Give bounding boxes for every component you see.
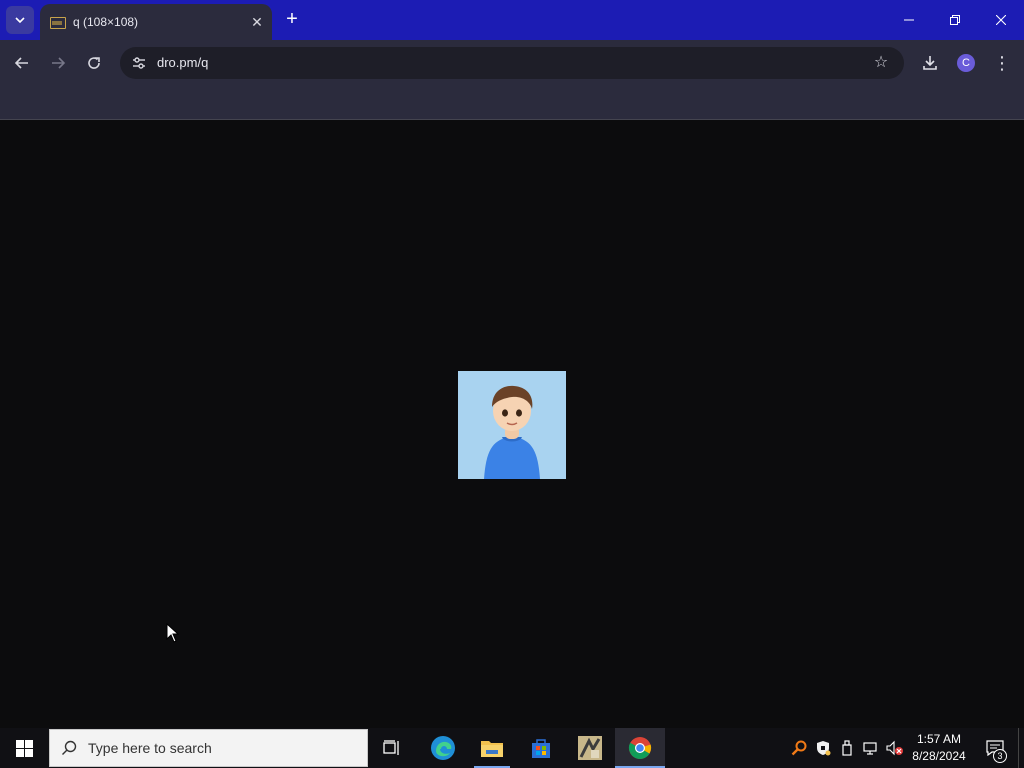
kebab-menu-icon[interactable]: ⋮ xyxy=(988,49,1016,77)
taskbar-search-box[interactable]: Type here to search xyxy=(49,729,368,767)
usb-device-icon[interactable] xyxy=(836,728,858,768)
microsoft-store-icon[interactable] xyxy=(516,728,566,768)
tab-search-button[interactable] xyxy=(6,6,34,34)
download-icon[interactable] xyxy=(916,49,944,77)
url-text[interactable]: dro.pm/q xyxy=(157,55,208,70)
windows-start-icon[interactable] xyxy=(0,728,48,768)
clock-time: 1:57 AM xyxy=(916,732,962,746)
browser-titlebar: q (108×108) ✕ + xyxy=(0,0,1024,40)
tab-active[interactable]: q (108×108) ✕ xyxy=(40,4,272,40)
clock-date: 8/28/2024 xyxy=(912,749,966,763)
bookmarks-bar xyxy=(0,86,1024,120)
image-favicon-icon xyxy=(49,15,66,29)
address-bar[interactable]: dro.pm/q ☆ xyxy=(120,47,904,79)
security-shield-icon[interactable] xyxy=(812,728,834,768)
game-app-icon[interactable] xyxy=(565,728,615,768)
edge-icon[interactable] xyxy=(418,728,468,768)
volume-muted-icon[interactable] xyxy=(884,728,906,768)
back-arrow-icon[interactable] xyxy=(8,49,36,77)
file-explorer-icon[interactable] xyxy=(467,728,517,768)
chevron-down-icon xyxy=(15,17,25,24)
windows-taskbar: Type here to search 1:57 AM 8/28/2024 3 xyxy=(0,728,1024,768)
notification-count-badge: 3 xyxy=(993,749,1007,763)
reload-icon[interactable] xyxy=(80,49,108,77)
network-icon[interactable] xyxy=(860,728,882,768)
tab-title: q (108×108) xyxy=(73,15,139,29)
task-view-icon[interactable] xyxy=(367,728,417,768)
plus-icon[interactable]: + xyxy=(280,8,304,32)
profile-avatar[interactable]: C xyxy=(952,49,980,77)
notification-center-icon[interactable]: 3 xyxy=(978,728,1012,768)
chrome-icon[interactable] xyxy=(615,728,665,768)
search-icon xyxy=(50,729,88,767)
search-placeholder: Type here to search xyxy=(88,740,212,756)
star-icon[interactable]: ☆ xyxy=(870,52,892,74)
profile-initial: C xyxy=(957,54,975,72)
tune-icon[interactable] xyxy=(128,52,150,74)
avatar-image[interactable] xyxy=(458,371,566,479)
search-tray-icon[interactable] xyxy=(788,728,810,768)
minimize-icon[interactable] xyxy=(886,0,932,40)
browser-toolbar: dro.pm/q ☆ C ⋮ xyxy=(0,40,1024,86)
close-icon[interactable]: ✕ xyxy=(242,14,272,31)
forward-arrow-icon[interactable] xyxy=(44,49,72,77)
mouse-cursor-icon xyxy=(166,623,180,643)
show-desktop-button[interactable] xyxy=(1018,728,1024,768)
page-viewport xyxy=(0,121,1024,728)
taskbar-clock[interactable]: 1:57 AM 8/28/2024 xyxy=(908,731,970,765)
close-window-icon[interactable] xyxy=(978,0,1024,40)
restore-icon[interactable] xyxy=(932,0,978,40)
